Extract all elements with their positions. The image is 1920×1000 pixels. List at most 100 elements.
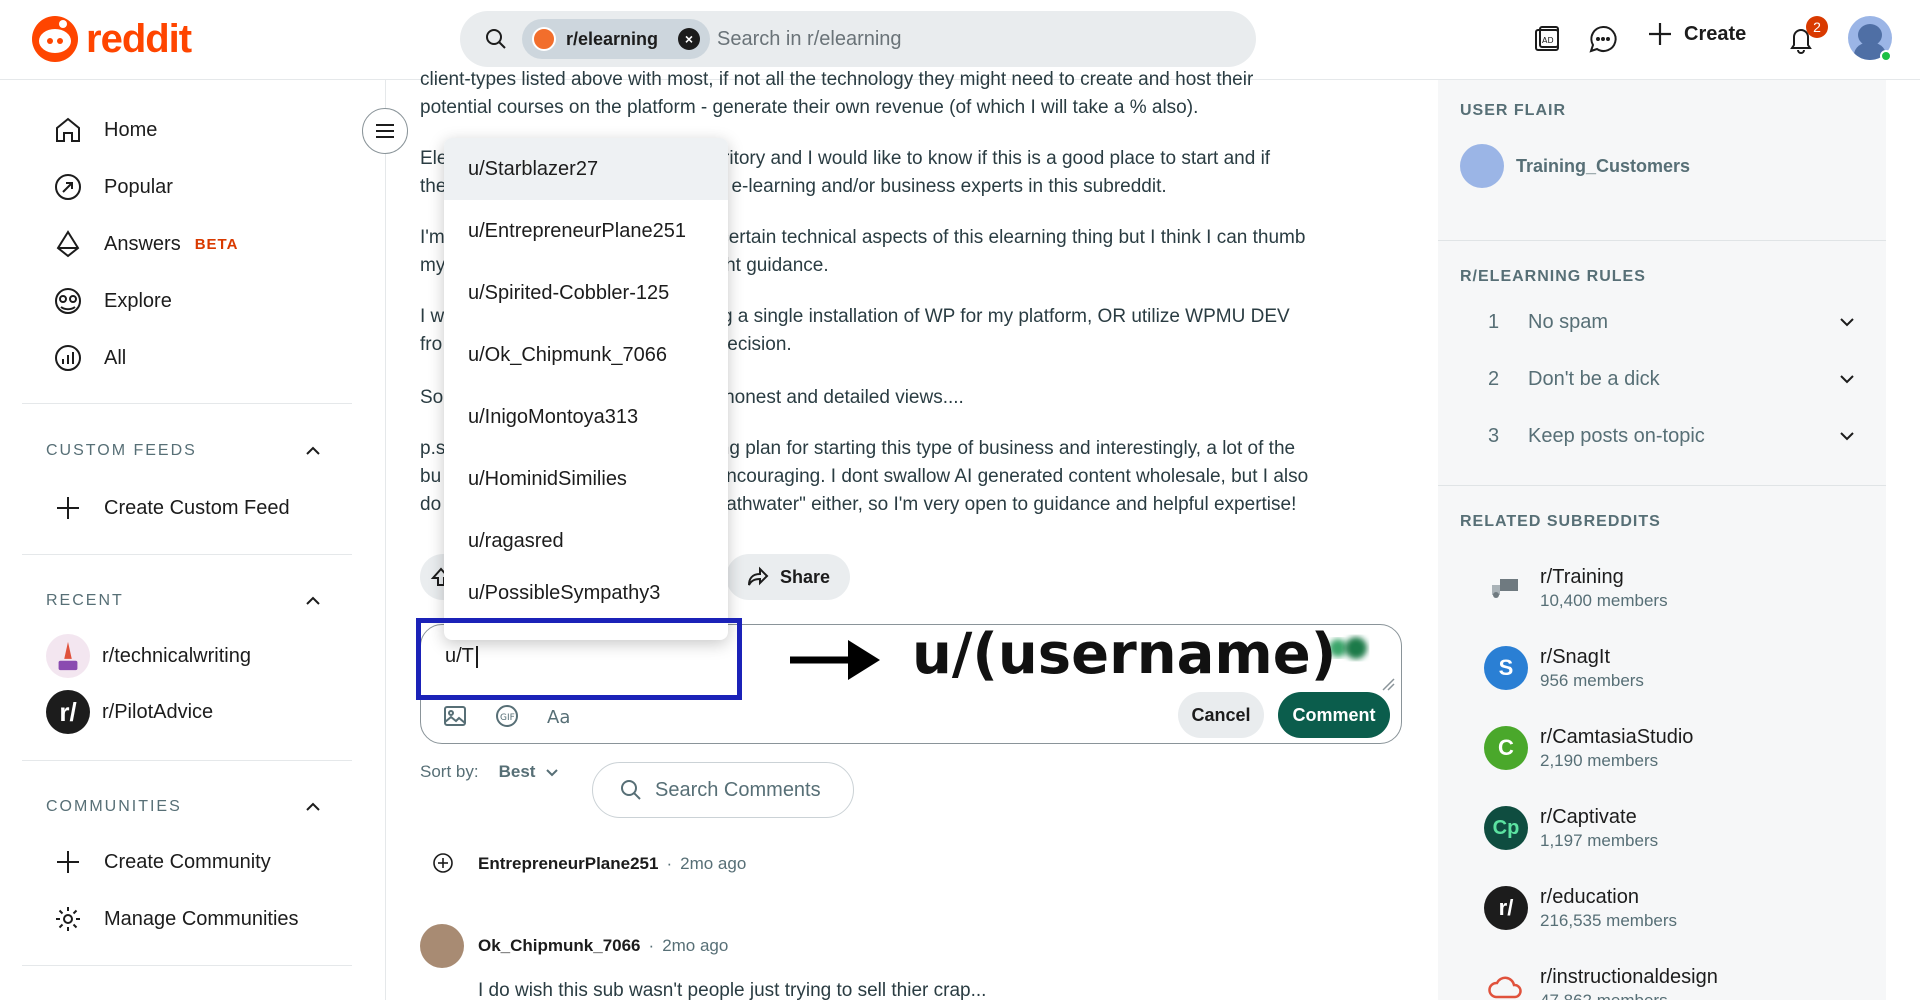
related-subreddit[interactable]: r/Training 10,400 members xyxy=(1484,566,1668,611)
related-members: 216,535 members xyxy=(1540,911,1678,930)
recent-item-label: r/technicalwriting xyxy=(102,644,251,667)
comment-username[interactable]: Ok_Chipmunk_7066 xyxy=(478,936,641,956)
related-name: r/CamtasiaStudio xyxy=(1540,726,1694,748)
panel-divider xyxy=(1438,240,1886,241)
nav-home-label: Home xyxy=(104,118,158,141)
nav-answers[interactable]: Answers BETA xyxy=(52,224,238,264)
mention-option[interactable]: u/ragasred xyxy=(444,510,728,572)
create-community[interactable]: Create Community xyxy=(52,842,271,882)
related-name: r/education xyxy=(1540,886,1639,908)
sort-label: Sort by: xyxy=(420,762,479,781)
notification-badge: 2 xyxy=(1806,16,1828,38)
chip-close-icon[interactable]: × xyxy=(678,28,700,50)
rule-item[interactable]: 2 Don't be a dick xyxy=(1488,359,1858,399)
rule-number: 3 xyxy=(1488,424,1500,447)
gif-icon[interactable]: GIF xyxy=(494,704,520,728)
share-button[interactable]: Share xyxy=(726,554,851,600)
reddit-logo[interactable]: reddit xyxy=(32,16,192,62)
flair-name[interactable]: Training_Customers xyxy=(1516,156,1690,177)
nav-all[interactable]: All xyxy=(52,338,126,378)
flair-avatar xyxy=(1460,144,1504,188)
pilotadvice-avatar-icon: r/ xyxy=(46,690,90,734)
nav-home[interactable]: Home xyxy=(52,110,157,150)
comment-username[interactable]: EntrepreneurPlane251 xyxy=(478,854,658,874)
advertise-icon[interactable]: AD xyxy=(1532,24,1562,54)
create-button[interactable]: Create xyxy=(1646,20,1746,48)
comment-avatar[interactable] xyxy=(420,924,464,968)
comment-submit-button[interactable]: Comment xyxy=(1278,692,1390,738)
image-upload-icon[interactable] xyxy=(442,704,468,728)
home-icon xyxy=(56,117,80,142)
chevron-down-icon xyxy=(1840,432,1854,441)
create-custom-feed-label: Create Custom Feed xyxy=(104,496,290,519)
subreddit-search-chip[interactable]: r/elearning × xyxy=(522,19,710,59)
manage-communities[interactable]: Manage Communities xyxy=(52,899,299,939)
all-icon xyxy=(55,345,81,371)
chevron-up-icon[interactable] xyxy=(302,590,324,612)
chat-icon[interactable] xyxy=(1588,24,1618,54)
search-input[interactable]: Search in r/elearning xyxy=(717,28,902,51)
search-bar[interactable]: r/elearning × Search in r/elearning xyxy=(460,11,1256,67)
related-members: 47,862 members xyxy=(1540,991,1718,1000)
manage-communities-label: Manage Communities xyxy=(104,907,299,930)
create-custom-feed[interactable]: Create Custom Feed xyxy=(52,488,290,528)
mention-option[interactable]: u/Spirited-Cobbler-125 xyxy=(444,262,728,324)
mention-option[interactable]: u/Ok_Chipmunk_7066 xyxy=(444,324,728,386)
comment-time: 2mo ago xyxy=(662,936,729,955)
search-comments-placeholder: Search Comments xyxy=(655,778,821,801)
nav-explore[interactable]: Explore xyxy=(52,281,172,321)
related-name: r/SnagIt xyxy=(1540,646,1611,668)
mention-option[interactable]: u/HominidSimilies xyxy=(444,448,728,510)
post-paragraph: client-types listed above with most, if … xyxy=(420,66,1400,122)
chip-label: r/elearning xyxy=(566,28,659,49)
nav-popular[interactable]: Popular xyxy=(52,167,173,207)
nav-answers-label: Answers xyxy=(104,232,181,255)
nav-divider xyxy=(22,760,352,761)
related-name: r/Training xyxy=(1540,566,1624,588)
rule-label: No spam xyxy=(1528,310,1609,333)
related-subreddit[interactable]: Cp r/Captivate 1,197 members xyxy=(1484,806,1658,851)
related-members: 1,197 members xyxy=(1540,831,1659,850)
expand-thread-icon[interactable] xyxy=(432,852,454,874)
recent-item-technicalwriting[interactable]: r/technicalwriting xyxy=(46,634,251,678)
rule-number: 1 xyxy=(1488,310,1500,333)
related-subreddit[interactable]: r/instructionaldesign 47,862 members xyxy=(1484,966,1718,1000)
panel-divider xyxy=(1438,485,1886,486)
recent-item-pilotadvice[interactable]: r/ r/PilotAdvice xyxy=(46,690,213,734)
sort-value[interactable]: Best xyxy=(499,762,536,782)
chevron-down-icon xyxy=(1840,318,1854,327)
mention-suggestions-dropdown: u/Starblazer27 u/EntrepreneurPlane251 u/… xyxy=(444,138,728,640)
annotation-label: u/(username) xyxy=(912,622,1337,687)
related-subreddit[interactable]: S r/SnagIt 956 members xyxy=(1484,646,1644,691)
training-avatar-icon xyxy=(1484,566,1528,610)
reddit-snoo-icon xyxy=(32,16,78,62)
search-comments-input[interactable]: Search Comments xyxy=(592,762,854,818)
related-subreddit[interactable]: C r/CamtasiaStudio 2,190 members xyxy=(1484,726,1693,771)
collapse-sidebar-button[interactable] xyxy=(362,108,408,154)
nav-popular-label: Popular xyxy=(104,175,173,198)
svg-text:GIF: GIF xyxy=(500,713,515,723)
mention-option[interactable]: u/Starblazer27 xyxy=(444,138,728,200)
share-icon xyxy=(748,566,769,586)
rule-item[interactable]: 3 Keep posts on-topic xyxy=(1488,416,1858,456)
post-line: potential courses on the platform - gene… xyxy=(420,97,1199,118)
sort-control[interactable]: Sort by: Best xyxy=(420,762,561,782)
mention-option[interactable]: u/EntrepreneurPlane251 xyxy=(444,200,728,262)
related-subreddit[interactable]: r/ r/education 216,535 members xyxy=(1484,886,1677,931)
text-format-icon[interactable]: Aa xyxy=(546,704,572,728)
resize-handle-icon[interactable] xyxy=(1381,677,1395,691)
rule-item[interactable]: 1 No spam xyxy=(1488,302,1858,342)
chevron-up-icon[interactable] xyxy=(302,440,324,462)
nav-divider xyxy=(22,554,352,555)
plus-icon xyxy=(57,851,79,873)
answers-icon xyxy=(56,230,80,258)
cancel-button[interactable]: Cancel xyxy=(1178,692,1264,738)
communities-title: COMMUNITIES xyxy=(46,798,182,815)
rules-title: R/ELEARNING RULES xyxy=(1460,268,1646,285)
camtasia-avatar-icon: C xyxy=(1484,726,1528,770)
mention-option[interactable]: u/InigoMontoya313 xyxy=(444,386,728,448)
mention-option[interactable]: u/PossibleSympathy3 xyxy=(444,572,728,612)
left-sidebar: Home Popular Answers BETA Explore All CU… xyxy=(0,80,386,1000)
chevron-up-icon[interactable] xyxy=(302,796,324,818)
nav-explore-label: Explore xyxy=(104,289,172,312)
